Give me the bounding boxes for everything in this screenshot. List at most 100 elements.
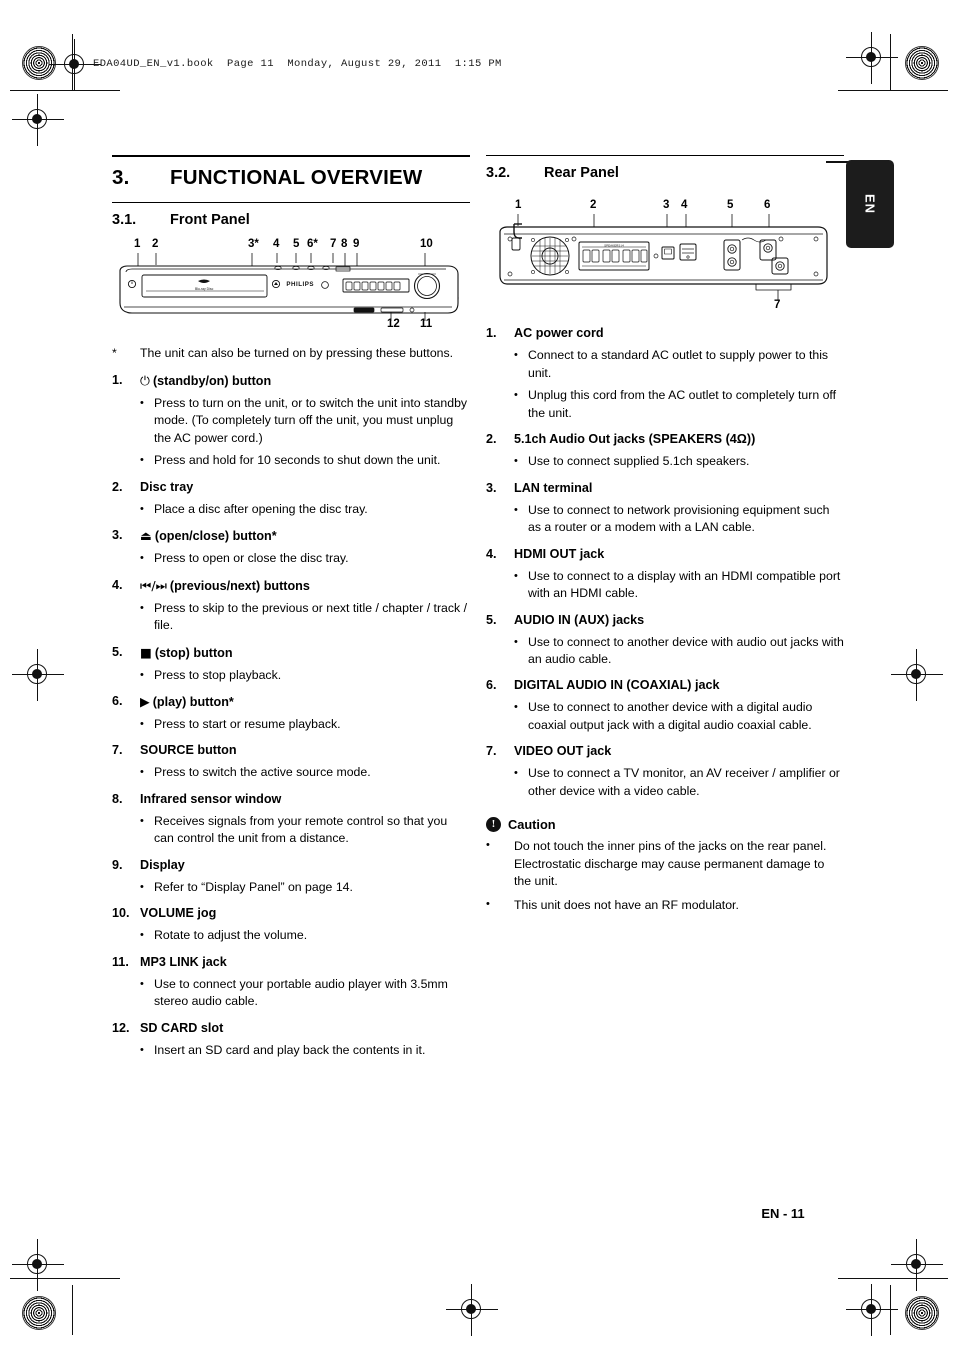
list-item: 2. Disc tray • Place a disc after opening… — [112, 479, 470, 518]
bullet: • Do not touch the inner pins of the jack… — [486, 838, 844, 890]
bullet-text: Press to start or resume playback. — [154, 716, 341, 731]
bullet-text: Refer to “Display Panel” on page 14. — [154, 879, 353, 894]
list-item: 1. AC power cord • Connect to a standard … — [486, 325, 844, 422]
bullet-text: Use to connect your portable audio playe… — [154, 976, 448, 1009]
bullet-text: Connect to a standard AC outlet to suppl… — [528, 348, 829, 380]
item-title-wrap: ⏏ (open/close) button* — [140, 527, 470, 545]
item-number: 4. — [486, 546, 497, 561]
crop-mark-horizontal-top — [10, 90, 120, 91]
bullet-text: Use to connect to a display with an HDMI… — [528, 568, 841, 601]
bullet-text: Press to open or close the disc tray. — [154, 551, 349, 566]
list-item: 1. ⏻ (standby/on) button • Press to turn o… — [112, 372, 470, 470]
item-number: 11. — [112, 954, 129, 969]
bullet: • Use to connect to a display with an HDM… — [486, 568, 844, 603]
halftone-dot-mark-bottom-left — [22, 1296, 56, 1330]
item-title-wrap: ■ (stop) button — [140, 644, 470, 662]
page-number-label: EN - 11 — [761, 1206, 805, 1221]
bullet-dot: • — [140, 977, 144, 990]
list-item: 3. LAN terminal • Use to connect to netwo… — [486, 480, 844, 537]
bullet-text: Press and hold for 10 seconds to shut do… — [154, 453, 441, 468]
item-bullets: • Rotate to adjust the volume. — [112, 927, 470, 944]
registration-mark-bottom-right-inner — [891, 1239, 943, 1291]
item-bullets: • Press to turn on the unit, or to switch… — [112, 395, 470, 470]
bullet-dot: • — [514, 701, 518, 714]
item-heading-stop: 5. ■ (stop) button — [112, 644, 470, 662]
language-side-tab: EN — [846, 160, 894, 248]
chapter-title: FUNCTIONAL OVERVIEW — [170, 166, 423, 190]
item-bullets: • Refer to “Display Panel” on page 14. — [112, 879, 470, 896]
item-number: 2. — [112, 479, 123, 494]
item-bullets: • Use to connect to a display with an HDM… — [486, 568, 844, 603]
bullet-dot: • — [140, 552, 144, 565]
item-title: DIGITAL AUDIO IN (COAXIAL) jack — [514, 678, 720, 693]
item-title: VIDEO OUT jack — [514, 744, 612, 759]
crop-mark-vertical-top — [72, 34, 73, 90]
front-panel-item-list: 1. ⏻ (standby/on) button • Press to turn o… — [112, 372, 470, 1059]
registration-mark-bottom-right — [846, 1284, 898, 1336]
item-title: (play) button* — [152, 694, 234, 709]
registration-mark-bottom-center — [446, 1284, 498, 1336]
item-number: 2. — [486, 432, 497, 447]
rear-panel-diagram: 1 2 3 4 5 6 7 SPEAKERS (4 — [486, 200, 844, 316]
rear-panel-item-list: 1. AC power cord • Connect to a standard … — [486, 325, 844, 800]
bullet: • Press to switch the active source mode. — [112, 764, 470, 781]
item-title: LAN terminal — [514, 480, 593, 495]
list-item: 7. VIDEO OUT jack • Use to connect a TV m… — [486, 743, 844, 800]
philips-brand-mark: PHILIPS — [286, 281, 314, 288]
front-callout-2: 2 — [152, 238, 159, 251]
list-item: 12. SD CARD slot • Insert an SD card and … — [112, 1020, 470, 1059]
item-title: Disc tray — [140, 479, 194, 494]
item-title: Infrared sensor window — [140, 791, 282, 806]
front-callout-5: 5 — [293, 238, 300, 251]
caution-title: Caution — [508, 817, 556, 833]
bullet: • Press to turn on the unit, or to switch… — [112, 395, 470, 447]
item-number: 5. — [486, 612, 497, 627]
bullet-dot: • — [514, 349, 518, 362]
item-heading-volume-jog: 10. VOLUME jog — [112, 905, 470, 922]
item-heading-standby-on: 1. ⏻ (standby/on) button — [112, 372, 470, 390]
item-heading-previous-next: 4. ⏮/⏭ (previous/next) buttons — [112, 577, 470, 595]
halftone-dot-mark-bottom-right — [905, 1296, 939, 1330]
item-title: AC power cord — [514, 326, 604, 341]
item-bullets: • Use to connect supplied 5.1ch speakers. — [486, 453, 844, 470]
bullet-dot: • — [486, 839, 490, 852]
item-bullets: • Use to connect a TV monitor, an AV rece… — [486, 765, 844, 800]
item-heading-infrared-sensor: 8. Infrared sensor window — [112, 791, 470, 808]
item-number: 9. — [112, 857, 123, 872]
bullet-text: Use to connect to another device with a … — [528, 700, 813, 732]
item-title: (previous/next) buttons — [169, 578, 310, 593]
rear-callout-6: 6 — [764, 199, 771, 212]
bullet-dot: • — [140, 717, 144, 730]
item-title: MP3 LINK jack — [140, 954, 227, 969]
bullet: • Receives signals from your remote contr… — [112, 813, 470, 848]
item-heading-mp3-link: 11. MP3 LINK jack — [112, 954, 470, 971]
bullet: • Press and hold for 10 seconds to shut d… — [112, 452, 470, 469]
bullet: • Use to connect to network provisioning … — [486, 502, 844, 537]
bullet: • This unit does not have an RF modulator… — [486, 897, 844, 914]
front-callout-3: 3* — [248, 238, 259, 251]
item-bullets: • Connect to a standard AC outlet to supp… — [486, 347, 844, 422]
rear-callout-1: 1 — [515, 199, 522, 212]
list-item: 3. ⏏ (open/close) button* • Press to open … — [112, 527, 470, 567]
bullet-text: Use to connect supplied 5.1ch speakers. — [528, 454, 750, 469]
item-title: VOLUME jog — [140, 906, 217, 921]
item-number: 10. — [112, 906, 130, 921]
bullet: • Use to connect to another device with a… — [486, 699, 844, 734]
item-number: 6. — [112, 693, 123, 708]
registration-mark-top-left — [12, 94, 64, 146]
list-item: 6. ▶ (play) button* • Press to start or re… — [112, 693, 470, 733]
item-title: SOURCE button — [140, 743, 237, 758]
bullet-text: Do not touch the inner pins of the jacks… — [514, 839, 827, 889]
bullet-dot: • — [514, 503, 518, 516]
item-number: 12. — [112, 1020, 130, 1035]
item-heading-digital-audio-in-coaxial: 6. DIGITAL AUDIO IN (COAXIAL) jack — [486, 677, 844, 694]
list-item: 5. ■ (stop) button • Press to stop playbac… — [112, 644, 470, 684]
bullet-text: Unplug this cord from the AC outlet to c… — [528, 388, 837, 420]
bullet-text: Receives signals from your remote contro… — [154, 813, 448, 846]
bullet-dot: • — [140, 880, 144, 893]
stop-icon: ■ — [140, 644, 152, 660]
item-bullets: • Press to start or resume playback. — [112, 716, 470, 733]
bullet: • Insert an SD card and play back the con… — [112, 1042, 470, 1059]
bullet-dot: • — [140, 454, 144, 467]
bullet: • Unplug this cord from the AC outlet to … — [486, 387, 844, 422]
